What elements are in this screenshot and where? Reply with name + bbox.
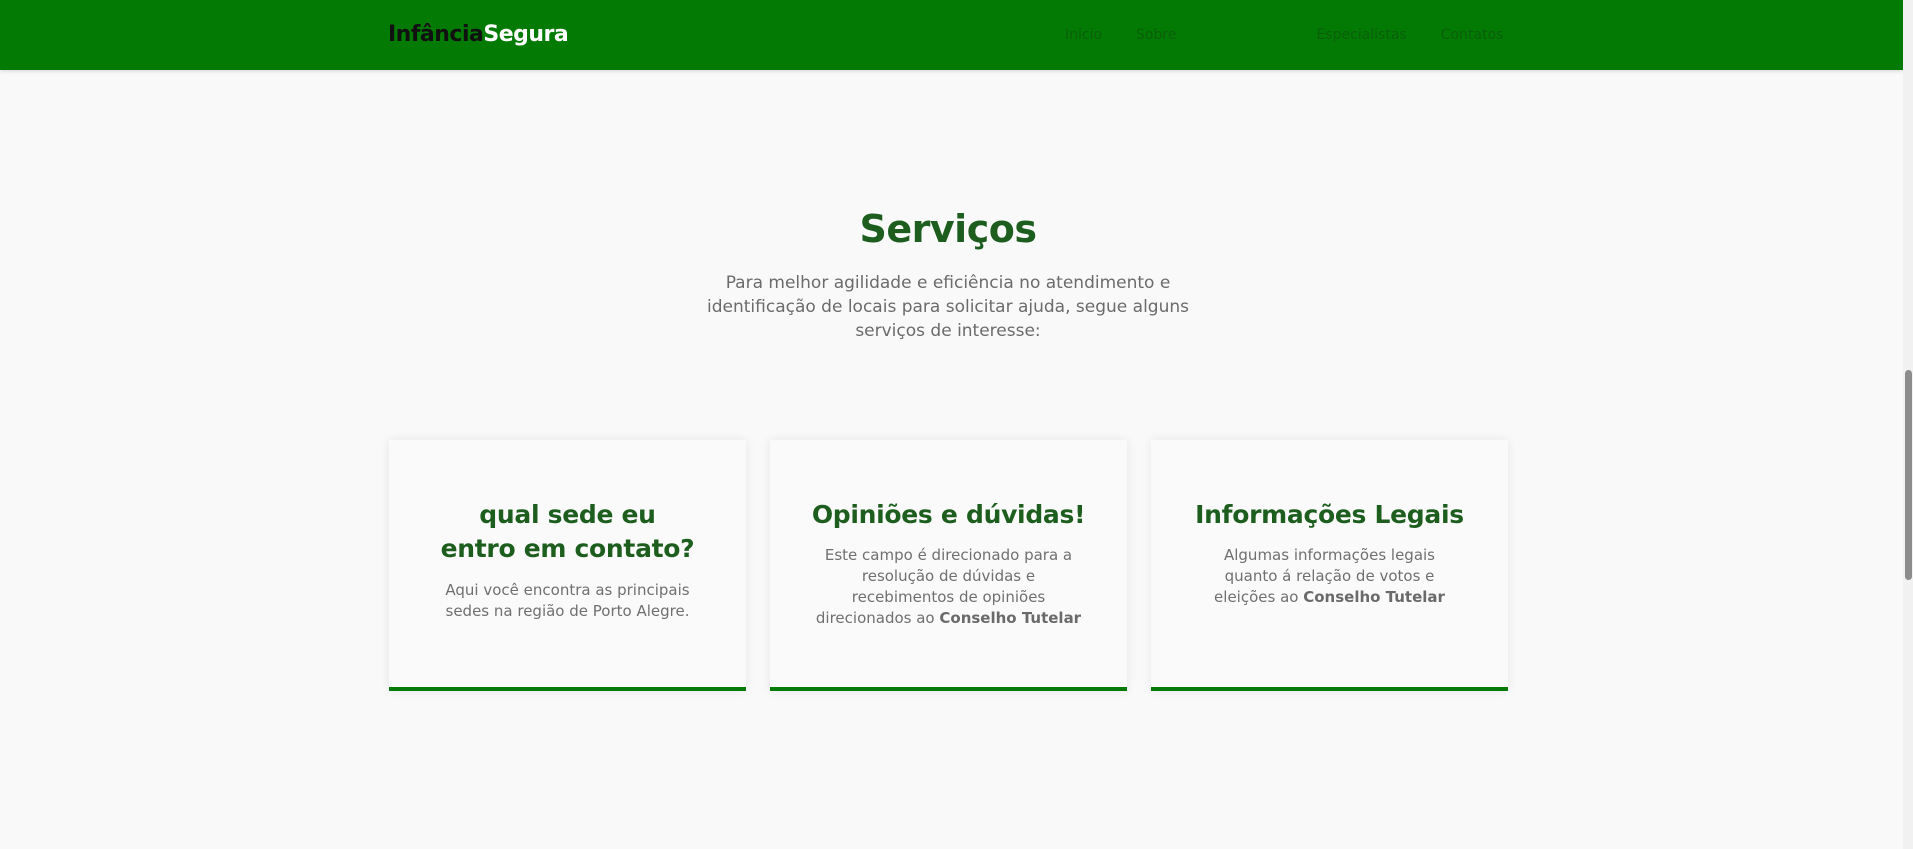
service-card-opinioes[interactable]: Opiniões e dúvidas! Este campo é direcio… bbox=[770, 440, 1127, 691]
logo-text-infancia: Infância bbox=[388, 22, 484, 47]
card-title: qual sede eu entro em contato? bbox=[440, 500, 695, 563]
services-title: Serviços bbox=[859, 207, 1037, 251]
card-title: Opiniões e dúvidas! bbox=[811, 500, 1086, 529]
site-header: InfânciaSegura Início Sobre Especialista… bbox=[0, 0, 1903, 70]
service-card-informacoes[interactable]: Informações Legais Algumas informações l… bbox=[1151, 440, 1508, 691]
nav-link-especialistas[interactable]: Especialistas bbox=[1316, 27, 1406, 43]
logo-text-segura: Segura bbox=[483, 22, 569, 47]
nav-link-inicio[interactable]: Início bbox=[1065, 27, 1102, 43]
scrollbar-thumb[interactable] bbox=[1905, 370, 1912, 580]
card-description: Este campo é direcionado para a resoluçã… bbox=[810, 545, 1087, 629]
nav-link-contatos[interactable]: Contatos bbox=[1441, 27, 1504, 43]
nav-link-sobre[interactable]: Sobre bbox=[1136, 27, 1176, 43]
card-title: Informações Legais bbox=[1195, 500, 1464, 529]
main-nav: Início Sobre Especialistas Contatos bbox=[1065, 24, 1503, 46]
card-description: Aqui você encontra as principais sedes n… bbox=[429, 580, 706, 622]
card-text-bold: Conselho Tutelar bbox=[939, 609, 1082, 627]
services-subtitle: Para melhor agilidade e eficiência no at… bbox=[707, 273, 1189, 341]
site-logo[interactable]: InfânciaSegura bbox=[388, 20, 569, 50]
card-text: Aqui você encontra as principais sedes n… bbox=[445, 581, 690, 620]
card-description: Algumas informações legais quanto á rela… bbox=[1211, 545, 1448, 608]
scrollbar[interactable] bbox=[1903, 0, 1913, 849]
service-card-sede[interactable]: qual sede eu entro em contato? Aqui você… bbox=[389, 440, 746, 691]
page: InfânciaSegura Início Sobre Especialista… bbox=[0, 0, 1913, 849]
card-text-bold: Conselho Tutelar bbox=[1303, 588, 1445, 606]
